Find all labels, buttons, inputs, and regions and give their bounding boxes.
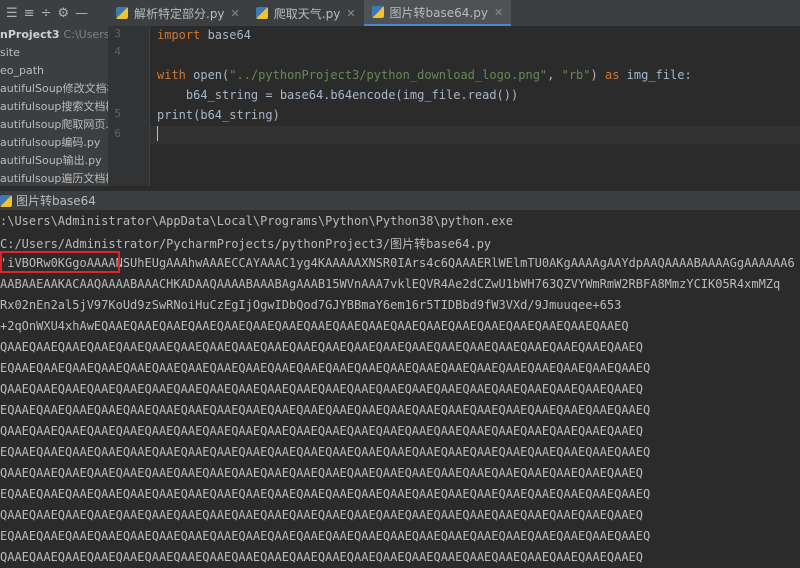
line-number-gutter: 3 4 5 6 <box>108 26 150 186</box>
tab-label: 爬取天气.py <box>273 6 341 21</box>
close-icon[interactable]: ✕ <box>346 7 355 20</box>
console-line: EQAAEQAAEQAAEQAAEQAAEQAAEQAAEQAAEQAAEQAA… <box>0 403 651 417</box>
string-literal: "../pythonProject3/python_download_logo.… <box>229 68 548 82</box>
code-text: base64 <box>200 28 251 42</box>
python-file-icon <box>255 7 268 19</box>
console-line: QAAEQAAEQAAEQAAEQAAEQAAEQAAEQAAEQAAEQAAE… <box>0 340 643 354</box>
png-header-highlight <box>0 251 120 273</box>
gear-icon[interactable]: ⚙ <box>57 6 69 21</box>
run-toolwindow-header: 图片转base64 <box>0 190 800 210</box>
code-text: , <box>547 68 562 82</box>
console-line: QAAEQAAEQAAEQAAEQAAEQAAEQAAEQAAEQAAEQAAE… <box>0 550 643 564</box>
project-item[interactable]: autifulSoup输出.py <box>0 152 108 170</box>
console-line: AABAAEAAKACAAQAAAABAAACHKADAAQAAAABAAABA… <box>0 277 781 291</box>
line-number: 3 <box>114 27 121 40</box>
line-number: 6 <box>114 127 121 140</box>
divide-icon[interactable]: ÷ <box>41 6 52 21</box>
console-line: QAAEQAAEQAAEQAAEQAAEQAAEQAAEQAAEQAAEQAAE… <box>0 424 643 438</box>
function-name: print <box>157 108 194 122</box>
console-line: EQAAEQAAEQAAEQAAEQAAEQAAEQAAEQAAEQAAEQAA… <box>0 529 651 543</box>
code-text: img_file: <box>619 68 692 82</box>
project-item[interactable]: autifulsoup搜索文档树 <box>0 98 108 116</box>
code-line-print: print(b64_string) <box>157 108 280 122</box>
code-line-encode: b64_string = base64.b64encode(img_file.r… <box>157 88 519 102</box>
project-item[interactable]: autifulsoup爬取网页.p <box>0 116 108 134</box>
python-file-icon <box>0 194 12 207</box>
project-root-name: nProject3 <box>0 28 60 41</box>
python-file-icon <box>371 6 384 18</box>
project-item[interactable]: autifulSoup修改文档树 <box>0 80 108 98</box>
console-line: Rx02nEn2al5jV97KoUd9zSwRNoiHuCzEgIjOgwID… <box>0 298 622 312</box>
close-icon[interactable]: ✕ <box>494 6 503 19</box>
console-line: QAAEQAAEQAAEQAAEQAAEQAAEQAAEQAAEQAAEQAAE… <box>0 382 643 396</box>
tab-weather[interactable]: 爬取天气.py ✕ <box>248 0 364 26</box>
minus-icon[interactable]: — <box>75 6 88 21</box>
console-line: QAAEQAAEQAAEQAAEQAAEQAAEQAAEQAAEQAAEQAAE… <box>0 466 643 480</box>
project-item[interactable]: site <box>0 44 108 62</box>
project-item[interactable]: eo_path <box>0 62 108 80</box>
align-icon[interactable]: ≡ <box>24 6 35 21</box>
tab-image-base64[interactable]: 图片转base64.py ✕ <box>363 0 512 26</box>
project-root[interactable]: nProject3C:\Users\ <box>0 26 108 44</box>
code-editor[interactable]: import base64 with open("../pythonProjec… <box>150 26 800 186</box>
project-item[interactable]: autifulsoup遍历文档树 <box>0 170 108 186</box>
console-line: C:/Users/Administrator/PycharmProjects/p… <box>0 237 492 251</box>
current-line-highlight <box>150 126 800 144</box>
line-number: 5 <box>114 107 121 120</box>
run-console[interactable]: :\Users\Administrator\AppData\Local\Prog… <box>0 211 800 568</box>
close-icon[interactable]: ✕ <box>231 7 240 20</box>
console-line: QAAEQAAEQAAEQAAEQAAEQAAEQAAEQAAEQAAEQAAE… <box>0 508 643 522</box>
editor-tabs: 解析特定部分.py ✕ 爬取天气.py ✕ 图片转base64.py ✕ <box>108 0 512 26</box>
code-text: (b64_string) <box>193 108 280 122</box>
tab-label: 图片转base64.py <box>389 5 488 20</box>
keyword: as <box>604 68 620 82</box>
list-icon[interactable]: ☰ <box>6 6 18 21</box>
python-file-icon <box>116 7 128 19</box>
project-root-path: C:\Users\ <box>63 28 108 41</box>
project-toolbar: ☰ ≡ ÷ ⚙ — <box>0 0 108 26</box>
code-text: ) <box>590 68 605 82</box>
project-item[interactable]: autifulsoup编码.py <box>0 134 108 152</box>
string-literal: "rb" <box>561 68 591 82</box>
keyword: with <box>157 68 186 82</box>
project-panel: nProject3C:\Users\ site eo_path autifulS… <box>0 26 108 186</box>
tab-label: 解析特定部分.py <box>134 6 225 21</box>
console-line: EQAAEQAAEQAAEQAAEQAAEQAAEQAAEQAAEQAAEQAA… <box>0 445 651 459</box>
console-line: EQAAEQAAEQAAEQAAEQAAEQAAEQAAEQAAEQAAEQAA… <box>0 487 651 501</box>
console-line: EQAAEQAAEQAAEQAAEQAAEQAAEQAAEQAAEQAAEQAA… <box>0 361 651 375</box>
title-toolbar: ☰ ≡ ÷ ⚙ — 解析特定部分.py ✕ 爬取天气.py ✕ 图片转base6… <box>0 0 800 27</box>
console-line: +2qOnWXU4xhAwEQAAEQAAEQAAEQAAEQAAEQAAEQA… <box>0 319 629 333</box>
text-cursor <box>157 126 158 141</box>
line-number: 4 <box>114 45 121 58</box>
code-text: open( <box>185 68 230 82</box>
console-line: :\Users\Administrator\AppData\Local\Prog… <box>0 214 513 228</box>
code-line-import: import base64 <box>157 28 251 42</box>
tab-parse-part[interactable]: 解析特定部分.py ✕ <box>108 0 248 26</box>
keyword: import <box>157 28 201 42</box>
code-line-with: with open("../pythonProject3/python_down… <box>157 68 692 82</box>
run-title[interactable]: 图片转base64 <box>16 192 96 209</box>
